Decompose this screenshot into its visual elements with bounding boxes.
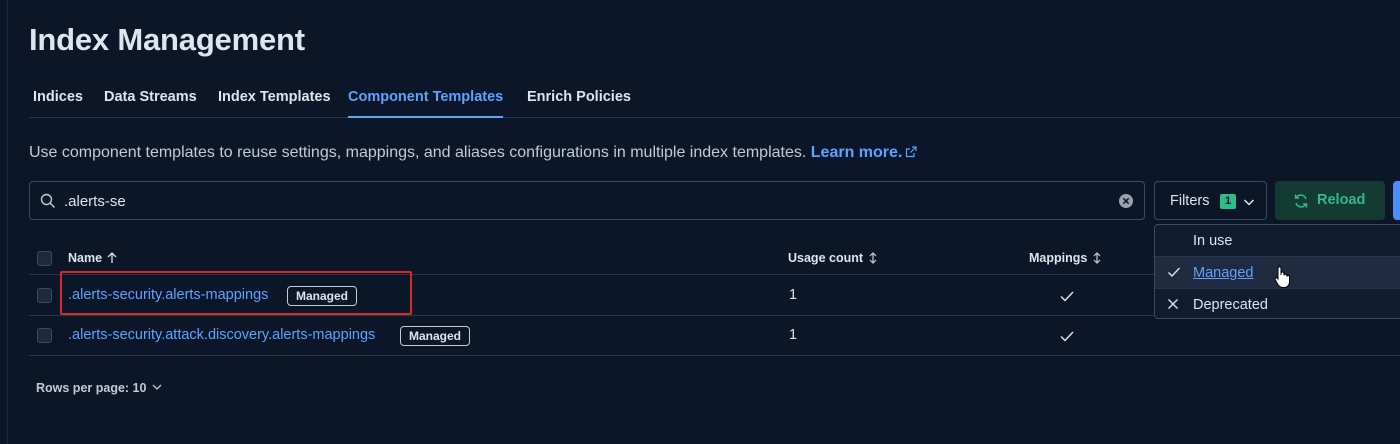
filter-option-in-use[interactable]: In use — [1155, 225, 1400, 256]
usage-count-cell: 1 — [789, 327, 798, 343]
external-link-icon — [905, 145, 917, 163]
table-divider — [29, 355, 1400, 356]
row-checkbox[interactable] — [37, 328, 52, 343]
sort-icon — [1092, 252, 1102, 267]
filters-dropdown: In use Managed Deprecated — [1154, 224, 1400, 319]
search-input[interactable] — [64, 190, 1064, 212]
filter-option-managed[interactable]: Managed — [1155, 257, 1400, 288]
tab-indices[interactable]: Indices — [33, 80, 83, 118]
reload-button[interactable]: Reload — [1275, 181, 1385, 220]
reload-label: Reload — [1317, 192, 1366, 208]
tab-index-templates[interactable]: Index Templates — [218, 80, 331, 118]
sort-icon — [868, 252, 878, 267]
usage-count-cell: 1 — [789, 287, 798, 303]
column-header-mappings[interactable]: Mappings — [1029, 251, 1102, 267]
sort-ascending-icon — [107, 252, 117, 267]
refresh-icon — [1293, 193, 1309, 213]
cross-icon — [1167, 298, 1179, 314]
select-all-checkbox[interactable] — [37, 251, 52, 266]
tab-component-templates[interactable]: Component Templates — [348, 80, 504, 118]
managed-badge: Managed — [287, 286, 358, 306]
left-panel-edge — [0, 0, 8, 444]
managed-badge: Managed — [400, 326, 471, 346]
filter-option-deprecated[interactable]: Deprecated — [1155, 289, 1400, 320]
row-checkbox[interactable] — [37, 288, 52, 303]
description-text: Use component templates to reuse setting… — [29, 144, 807, 161]
column-header-usage-count[interactable]: Usage count — [788, 251, 878, 267]
page-description: Use component templates to reuse setting… — [29, 144, 917, 163]
template-name-link[interactable]: .alerts-security.attack.discovery.alerts… — [68, 327, 375, 343]
create-button[interactable] — [1393, 181, 1400, 220]
search-icon — [40, 193, 56, 214]
check-icon — [1059, 329, 1075, 348]
chevron-down-icon — [152, 380, 162, 394]
page-title: Index Management — [29, 22, 305, 57]
clear-search-icon[interactable] — [1118, 193, 1134, 214]
search-box — [29, 181, 1145, 220]
check-icon — [1059, 289, 1075, 308]
rows-per-page-selector[interactable]: Rows per page: 10 — [36, 380, 162, 395]
filters-label: Filters — [1170, 193, 1210, 209]
chevron-down-icon — [1242, 195, 1256, 213]
check-icon — [1167, 266, 1181, 282]
filters-button[interactable]: Filters 1 — [1154, 181, 1267, 220]
tab-data-streams[interactable]: Data Streams — [104, 80, 197, 118]
template-name-link[interactable]: .alerts-security.alerts-mappings — [68, 287, 268, 303]
learn-more-link[interactable]: Learn more. — [811, 144, 918, 161]
filters-count-badge: 1 — [1220, 194, 1236, 209]
tab-bar: Indices Data Streams Index Templates Com… — [29, 80, 1400, 118]
column-header-name[interactable]: Name — [68, 251, 117, 267]
tab-enrich-policies[interactable]: Enrich Policies — [527, 80, 631, 118]
